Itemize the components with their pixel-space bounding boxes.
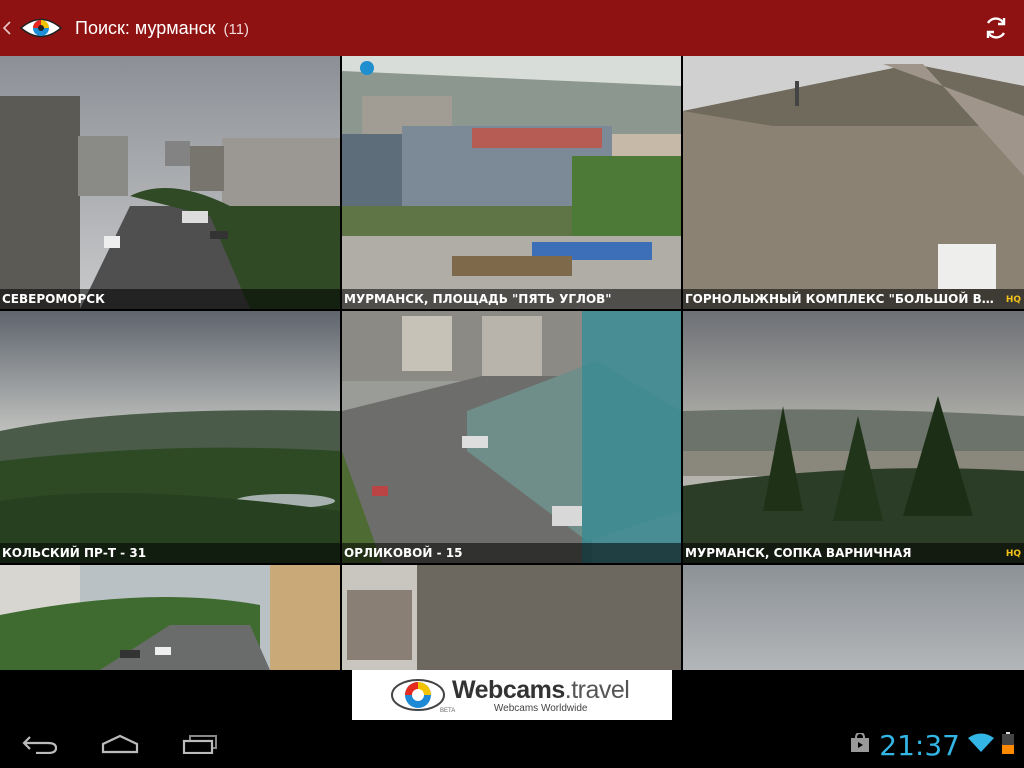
hq-badge: HQ [1005,295,1021,305]
webcam-title: ГОРНОЛЫЖНЫЙ КОМПЛЕКС "БОЛЬШОЙ ВУД... [683,289,1024,309]
webcam-thumbnail [342,565,681,670]
webcam-tile[interactable]: ГОРНОЛЫЖНЫЙ КОМПЛЕКС "БОЛЬШОЙ ВУД... HQ [683,56,1024,309]
eye-logo-icon[interactable] [19,13,63,43]
refresh-icon[interactable] [982,14,1010,42]
chevron-left-icon[interactable] [3,21,17,35]
webcam-grid: СЕВЕРОМОРСК МУРМАНСК, ПЛОЩАДЬ "ПЯТЬ УГЛО… [0,56,1024,670]
banner-brand-domain: .travel [564,676,630,704]
webcam-thumbnail [0,56,340,309]
banner-beta-label: BETA [440,708,456,714]
banner-tagline: Webcams Worldwide [493,703,588,714]
webcam-tile[interactable]: ОРЛИКОВОЙ - 15 [342,311,681,563]
webcam-title: МУРМАНСК, СОПКА ВАРНИЧНАЯ [683,543,1024,563]
webcam-title: СЕВЕРОМОРСК [0,289,340,309]
webcam-thumbnail [683,311,1024,563]
shopping-bag-icon[interactable] [849,731,871,758]
webcam-thumbnail [683,565,1024,670]
app-window: Поиск: мурманск (11) СЕВЕРОМОРСК МУРМАНС… [0,0,1024,768]
webcam-tile[interactable] [0,565,340,670]
clock: 21:37 [879,728,960,762]
webcams-travel-logo-icon [390,674,446,716]
webcam-title: МУРМАНСК, ПЛОЩАДЬ "ПЯТЬ УГЛОВ" [342,289,681,309]
webcam-tile[interactable]: МУРМАНСК, ПЛОЩАДЬ "ПЯТЬ УГЛОВ" [342,56,681,309]
page-title: Поиск: мурманск (11) [75,18,249,39]
webcam-tile[interactable]: КОЛЬСКИЙ ПР-Т - 31 [0,311,340,563]
webcam-title: КОЛЬСКИЙ ПР-Т - 31 [0,543,340,563]
action-bar: Поиск: мурманск (11) [0,0,1024,56]
recent-apps-icon[interactable] [180,728,220,760]
banner-brand-main: Webcams [452,676,565,704]
wifi-icon [968,733,994,758]
webcam-tile[interactable] [342,565,681,670]
back-icon[interactable] [20,728,60,760]
webcam-thumbnail [342,311,681,563]
webcams-travel-banner[interactable]: Webcams.travel Webcams Worldwide BETA [352,670,672,720]
hq-badge: HQ [1005,549,1021,559]
webcam-title: ОРЛИКОВОЙ - 15 [342,543,681,563]
search-title: Поиск: мурманск [75,17,216,38]
webcam-thumbnail [342,56,681,309]
webcam-tile[interactable]: МУРМАНСК, СОПКА ВАРНИЧНАЯ HQ [683,311,1024,563]
banner-text: Webcams.travel Webcams Worldwide [452,676,630,714]
result-count: (11) [223,20,250,38]
banner-brand: Webcams.travel [452,676,630,705]
status-area: 21:37 [849,724,1014,766]
webcam-tile[interactable]: СЕВЕРОМОРСК [0,56,340,309]
webcam-thumbnail [0,311,340,563]
battery-icon [1002,731,1014,759]
webcam-thumbnail [0,565,340,670]
webcam-thumbnail [683,56,1024,309]
home-icon[interactable] [100,728,140,760]
webcam-tile[interactable] [683,565,1024,670]
